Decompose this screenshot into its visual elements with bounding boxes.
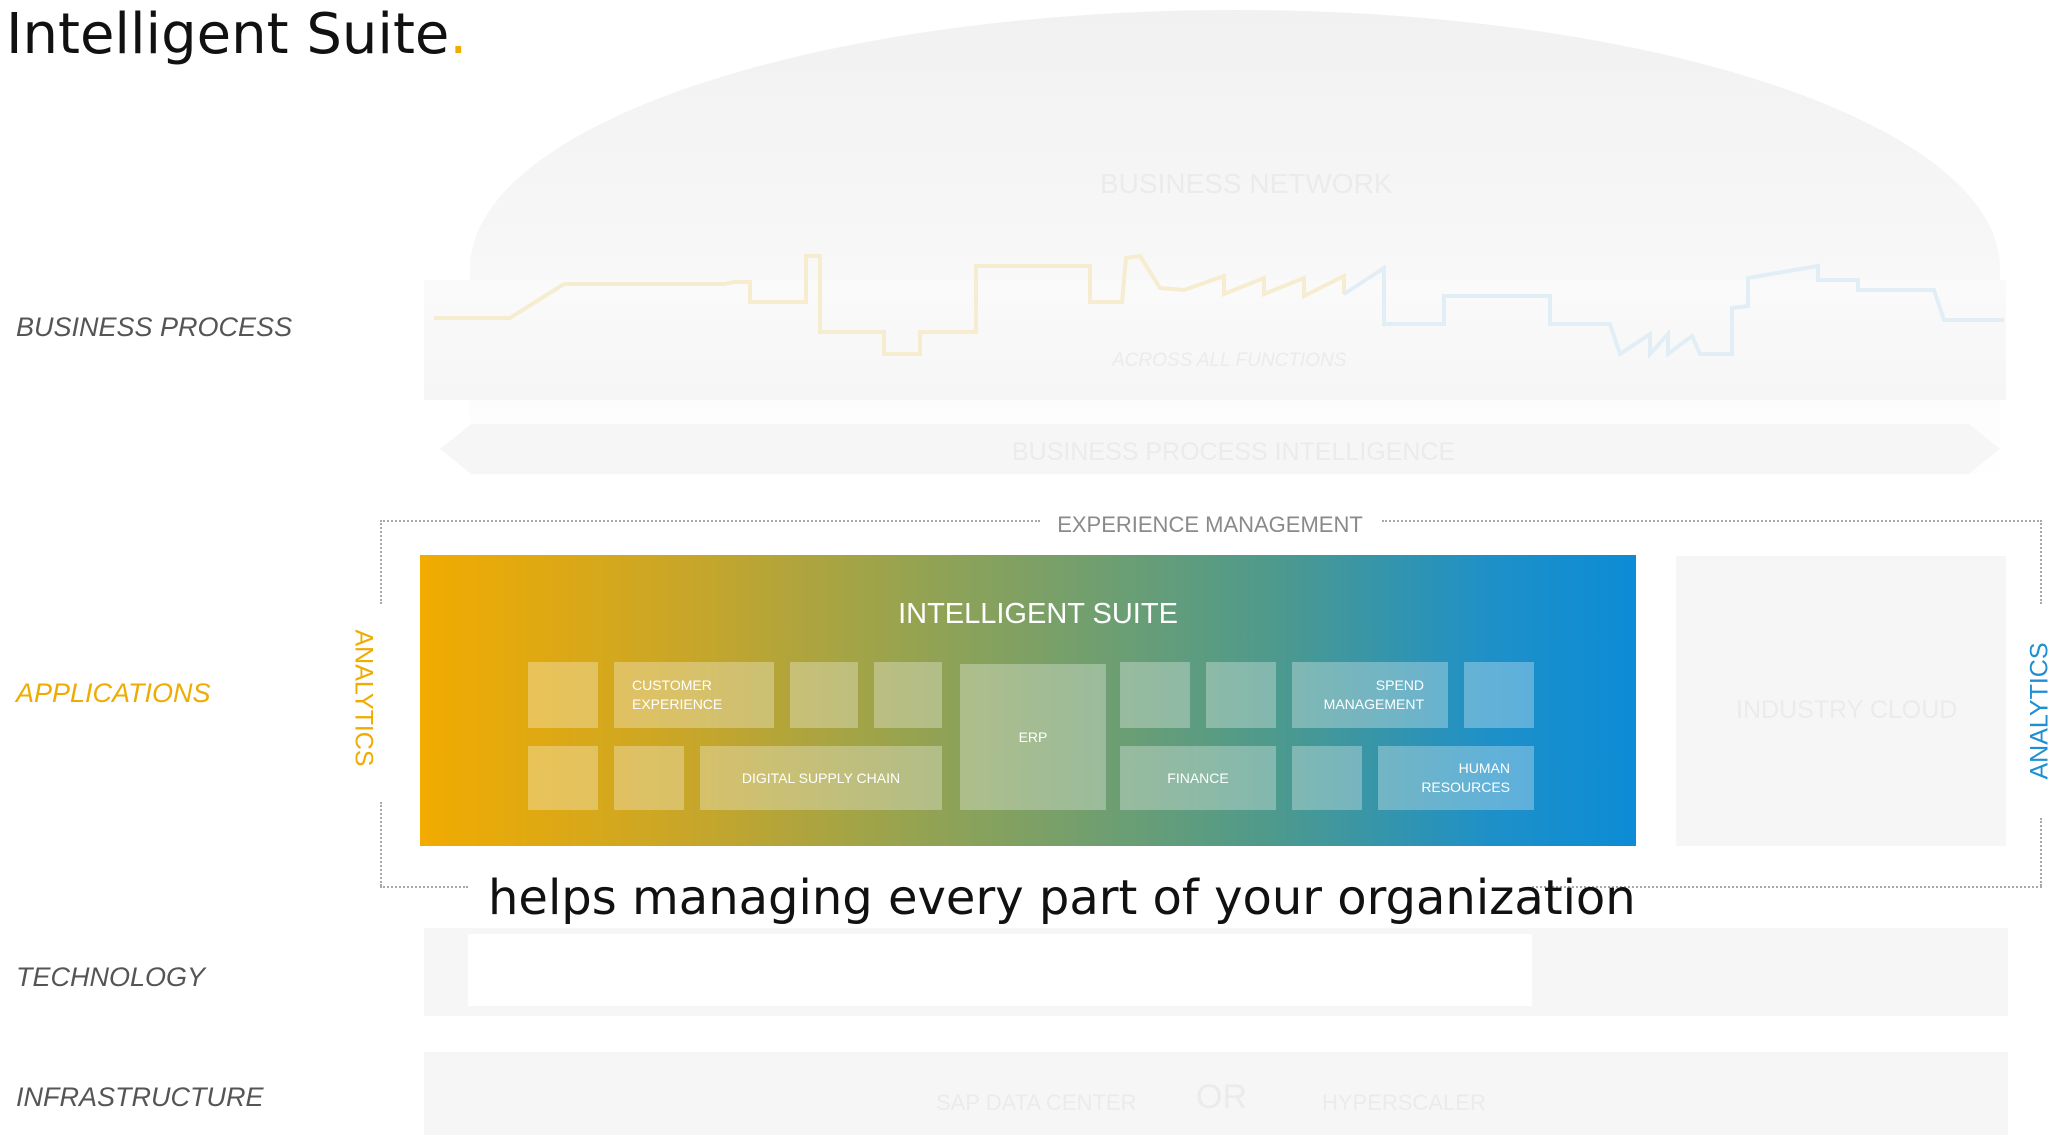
- experience-frame-top-right: [1382, 520, 2042, 522]
- experience-management-label: EXPERIENCE MANAGEMENT: [1057, 512, 1363, 537]
- page-title: Intelligent Suite.: [6, 2, 467, 67]
- suite-tile-blank: [1120, 662, 1190, 728]
- experience-frame-right-upper: [2040, 520, 2042, 604]
- suite-tile-digital-supply-chain: DIGITAL SUPPLY CHAIN: [700, 746, 942, 810]
- suite-tile-spend-management: SPEND MANAGEMENT: [1292, 662, 1448, 728]
- title-accent-dot: .: [449, 2, 468, 67]
- layer-label-infrastructure: INFRASTRUCTURE: [16, 1082, 264, 1112]
- sap-data-center-label: SAP DATA CENTER: [936, 1090, 1137, 1115]
- or-label: OR: [1196, 1078, 1247, 1116]
- caption-text: helps managing every part of your organi…: [488, 870, 1636, 926]
- suite-tile-blank: [1464, 662, 1534, 728]
- hyperscaler-label: HYPERSCALER: [1322, 1090, 1486, 1115]
- erp-label: ERP: [1018, 728, 1048, 745]
- customer-experience-label: CUSTOMER EXPERIENCE: [632, 677, 723, 712]
- suite-tile-blank: [614, 746, 684, 810]
- analytics-label-right: ANALYTICS: [2025, 642, 2054, 780]
- suite-tile-blank: [790, 662, 858, 728]
- layer-label-applications: APPLICATIONS: [16, 678, 211, 708]
- across-all-functions-label: ACROSS ALL FUNCTIONS: [1112, 350, 1347, 371]
- experience-frame-top-left: [380, 520, 1040, 522]
- suite-tile-blank: [1292, 746, 1362, 810]
- spend-management-label: SPEND MANAGEMENT: [1323, 677, 1424, 712]
- experience-frame-left-upper: [380, 520, 382, 604]
- suite-tile-blank: [1206, 662, 1276, 728]
- layer-label-business-process: BUSINESS PROCESS: [16, 312, 293, 342]
- suite-tile-erp: ERP: [960, 664, 1106, 810]
- suite-tile-blank: [874, 662, 942, 728]
- human-resources-label: HUMAN RESOURCES: [1421, 760, 1510, 795]
- suite-tile-human-resources: HUMAN RESOURCES: [1378, 746, 1534, 810]
- intelligent-suite-title: INTELLIGENT SUITE: [898, 598, 1178, 630]
- industry-cloud-label: INDUSTRY CLOUD: [1736, 696, 1958, 724]
- layer-label-technology: TECHNOLOGY: [16, 962, 206, 992]
- business-network-label: BUSINESS NETWORK: [1100, 168, 1393, 199]
- suite-tile-blank: [528, 662, 598, 728]
- business-process-intelligence-label: BUSINESS PROCESS INTELLIGENCE: [1012, 438, 1456, 466]
- title-text: Intelligent Suite: [6, 2, 450, 67]
- experience-frame-left-lower: [380, 802, 382, 886]
- experience-frame-bottom-left: [380, 886, 468, 888]
- suite-tile-customer-experience: CUSTOMER EXPERIENCE: [614, 662, 774, 728]
- digital-supply-chain-label: DIGITAL SUPPLY CHAIN: [741, 769, 901, 786]
- analytics-label-left: ANALYTICS: [349, 629, 378, 767]
- suite-tile-finance: FINANCE: [1120, 746, 1276, 810]
- finance-label: FINANCE: [1167, 769, 1229, 786]
- suite-tile-blank: [528, 746, 598, 810]
- technology-inner-panel: [468, 934, 1532, 1006]
- experience-frame-right-lower: [2040, 818, 2042, 886]
